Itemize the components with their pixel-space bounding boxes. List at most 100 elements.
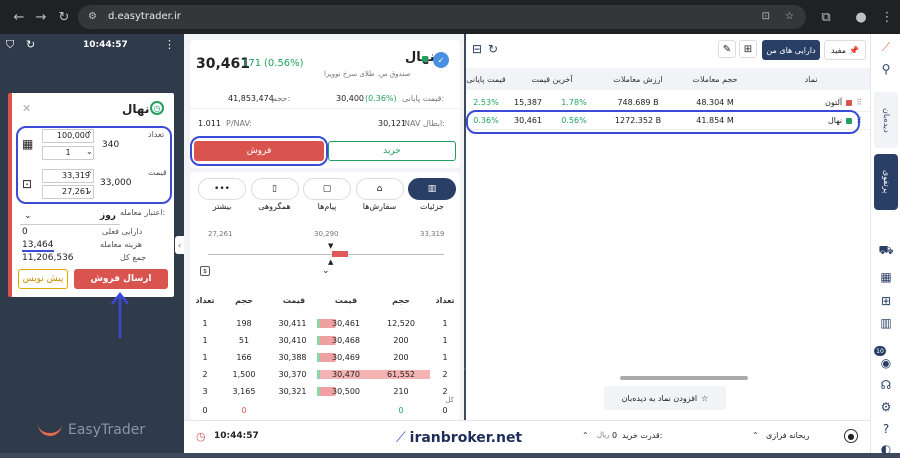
fee-label: هزینه معامله	[100, 240, 142, 249]
panel-menu-icon[interactable]: ⋮	[164, 38, 175, 51]
bid-price: 30,388	[268, 353, 320, 362]
profile-icon[interactable]: ●	[850, 6, 872, 28]
ask-count: 1	[442, 336, 448, 345]
symbol-name: نهال	[405, 50, 435, 65]
chevron-up-icon[interactable]: ⌃	[582, 431, 589, 440]
horizontal-scrollbar[interactable]	[620, 376, 748, 380]
bid-volume: 1,500	[232, 370, 256, 379]
search-icon[interactable]: ⚲	[877, 60, 895, 78]
expand-chevron-icon[interactable]: ⌄	[322, 266, 330, 276]
help-icon[interactable]: ?	[877, 420, 895, 438]
bell-icon[interactable]: ◉	[877, 354, 895, 372]
cart-icon[interactable]: ⛟	[877, 242, 895, 260]
ask-price: 30,461	[320, 319, 372, 328]
tab-peers[interactable]: ▯ همگروهی	[250, 178, 299, 211]
extensions-icon[interactable]: ⧉	[815, 6, 837, 28]
currency-label: ریال	[597, 431, 610, 439]
browser-menu-icon[interactable]: ⋮	[876, 6, 898, 28]
order-book-row[interactable]: 2 1,500 30,370 30,470 61,552 2	[190, 366, 460, 383]
pnav-label: P/NAV:	[226, 119, 252, 128]
price-change-pct: (0.56%)	[264, 58, 304, 69]
order-symbol-title: نهال	[122, 102, 150, 116]
drag-handle-icon[interactable]: ⠿	[856, 98, 862, 107]
order-book-row[interactable]: 1 166 30,388 30,469 200 1	[190, 349, 460, 366]
collapse-left-icon[interactable]: ‹	[175, 236, 184, 254]
avatar[interactable]: ●	[844, 429, 858, 443]
buy-power-label: قدرت خرید:	[622, 431, 663, 440]
volume-value: 41,853,474	[228, 94, 274, 103]
close-icon[interactable]: ✕	[22, 102, 31, 115]
gear-icon[interactable]: ⚙	[877, 398, 895, 416]
range-marker-bottom-icon: ▲	[328, 258, 334, 266]
bid-volume: 3,165	[232, 387, 256, 396]
order-book-row[interactable]: 1 51 30,410 30,468 200 1	[190, 332, 460, 349]
ask-count: 1	[442, 319, 448, 328]
status-footer: ◷ 10:44:57 ⟋ iranbroker.net ⌃ ریال 0 قدر…	[184, 420, 870, 453]
edit-icon[interactable]: ✎	[718, 40, 736, 58]
tab-orders[interactable]: ⌂ سفارش‌ها	[355, 178, 404, 211]
rail-tab-watchlist[interactable]: دیده‌بان	[874, 92, 898, 148]
volume-label: حجم:	[272, 94, 291, 103]
user-chevron-icon[interactable]: ⌃	[752, 431, 759, 440]
arrow-annotation-icon	[111, 291, 129, 338]
buy-tab[interactable]: خرید	[328, 141, 456, 161]
back-icon[interactable]: ←	[8, 6, 30, 28]
brand-name: EasyTrader	[68, 422, 146, 438]
filter-icon[interactable]: ⛉	[6, 38, 14, 52]
sell-highlight	[190, 136, 328, 166]
tab-details[interactable]: ▥ جزئیات	[408, 178, 456, 211]
fund-name: صندوق س. طلای سرخ نوویرا	[324, 70, 411, 78]
refresh-watch-icon[interactable]: ↻	[488, 42, 498, 56]
ask-price: 30,468	[320, 336, 372, 345]
reload-icon[interactable]: ↻	[53, 6, 75, 28]
logo-mark-icon	[38, 424, 62, 436]
forward-icon[interactable]: →	[30, 6, 52, 28]
bid-count: 1	[202, 319, 208, 328]
total-value: 11,206,536	[22, 253, 74, 263]
tab-more[interactable]: ••• بیشتر	[198, 178, 246, 211]
validity-select[interactable]: ⌄ روز	[20, 207, 120, 225]
support-icon[interactable]: ☊	[877, 376, 895, 394]
order-book-row[interactable]: 1 198 30,411 30,461 12,520 1	[190, 315, 460, 332]
asset-value: 0	[22, 227, 28, 237]
navcancel-label: NAV ابطال:	[404, 119, 445, 128]
bid-count: 1	[202, 353, 208, 362]
range-bar	[208, 254, 444, 255]
trade-volume: 48.304 M	[696, 98, 734, 107]
mofid-watch-button[interactable]: مفید 📌	[824, 40, 866, 60]
watermark: ⟋ iranbroker.net	[374, 423, 544, 453]
verified-badge-icon: ✓	[433, 52, 449, 68]
bookmark-star-icon[interactable]: ☆	[785, 5, 794, 29]
ask-volume: 12,520	[387, 319, 415, 328]
site-info-icon[interactable]: ⚙	[88, 5, 97, 29]
install-app-icon[interactable]: ⊡	[762, 5, 770, 29]
user-name[interactable]: ریحانه فرازی	[766, 431, 809, 440]
theme-toggle-icon[interactable]: ◐	[877, 440, 895, 458]
bar-chart-icon[interactable]: ▥	[877, 314, 895, 332]
my-assets-button[interactable]: دارایی های من	[762, 40, 820, 60]
last-pct: 1.78%	[561, 98, 587, 107]
validity-label: اعتبار معامله:	[120, 208, 166, 217]
rail-tab-portfolio[interactable]: پرتفوی	[874, 154, 898, 210]
browser-toolbar: ← → ↻ ⚙ d.easytrader.ir ⊡ ☆ ⧉ ● ⋮	[0, 0, 900, 34]
add-to-watchlist-button[interactable]: افزودن نماد به دیده‌بان ☆	[604, 386, 726, 410]
range-marker-icon: ▼	[328, 242, 334, 250]
address-bar[interactable]: ⚙ d.easytrader.ir ⊡ ☆	[78, 5, 806, 29]
bid-volume: 198	[236, 319, 252, 328]
columns-icon[interactable]: ⊟	[472, 42, 482, 56]
grid-icon[interactable]: ⊞	[877, 292, 895, 310]
range-fill	[332, 251, 348, 257]
add-to-watchlist-label: افزودن نماد به دیده‌بان	[621, 393, 698, 403]
add-list-icon[interactable]: ⊞	[739, 40, 757, 58]
refresh-icon[interactable]: ↻	[26, 38, 35, 51]
send-sell-button[interactable]: ارسال فروش	[74, 269, 168, 289]
draft-button[interactable]: پیش نویس	[18, 269, 68, 289]
ask-price: 30,470	[320, 370, 372, 379]
ask-volume: 61,552	[372, 370, 430, 379]
order-book-row[interactable]: 3 3,165 30,321 30,500 210 2	[190, 383, 460, 400]
close-pct: (0.36%)	[365, 94, 397, 103]
dashboard-icon[interactable]: ▦	[877, 268, 895, 286]
asset-label: دارایی فعلی	[102, 227, 143, 236]
symbol-cell[interactable]: آلتون ⠿	[752, 98, 870, 107]
tab-messages[interactable]: ▢ پیام‌ها	[303, 178, 351, 211]
